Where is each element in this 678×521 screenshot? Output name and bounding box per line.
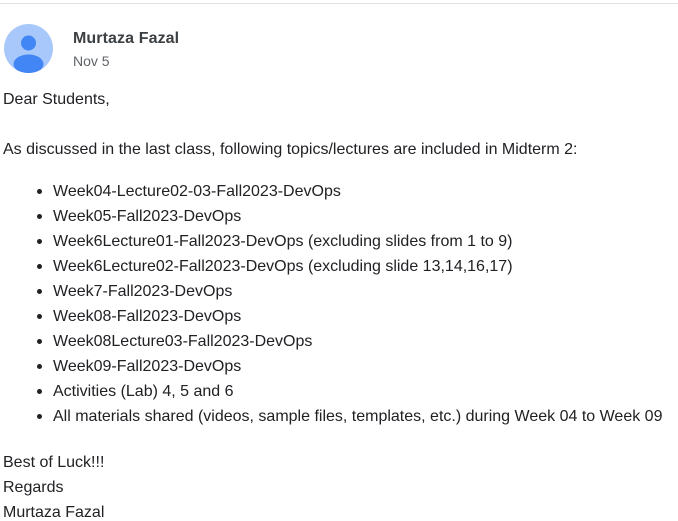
- list-item: All materials shared (videos, sample fil…: [37, 404, 675, 429]
- list-item: Week6Lecture01-Fall2023-DevOps (excludin…: [37, 229, 675, 254]
- greeting-text: Dear Students,: [3, 91, 110, 108]
- topics-list: Week04-Lecture02-03-Fall2023-DevOps Week…: [3, 179, 675, 429]
- list-item: Week09-Fall2023-DevOps: [37, 354, 675, 379]
- list-item: Week04-Lecture02-03-Fall2023-DevOps: [37, 179, 675, 204]
- list-item: Activities (Lab) 4, 5 and 6: [37, 379, 675, 404]
- list-item: Week05-Fall2023-DevOps: [37, 204, 675, 229]
- person-icon: [13, 35, 44, 73]
- email-message: Murtaza Fazal Nov 5 Dear Students, As di…: [0, 0, 678, 521]
- list-item: Week08-Fall2023-DevOps: [37, 304, 675, 329]
- sender-name[interactable]: Murtaza Fazal: [73, 30, 179, 48]
- list-item: Week08Lecture03-Fall2023-DevOps: [37, 329, 675, 354]
- list-item: Week6Lecture02-Fall2023-DevOps (excludin…: [37, 254, 675, 279]
- closing-text: Best of Luck!!!: [3, 454, 105, 471]
- message-date: Nov 5: [73, 53, 110, 69]
- sender-avatar[interactable]: [4, 24, 53, 73]
- signature-text: Murtaza Fazal: [3, 504, 105, 521]
- closing-block: Best of Luck!!! Regards Murtaza Fazal: [3, 450, 675, 521]
- regards-text: Regards: [3, 479, 64, 496]
- message-body: Dear Students, As discussed in the last …: [3, 87, 675, 521]
- list-item: Week7-Fall2023-DevOps: [37, 279, 675, 304]
- intro-text: As discussed in the last class, followin…: [3, 141, 578, 158]
- divider: [0, 3, 678, 4]
